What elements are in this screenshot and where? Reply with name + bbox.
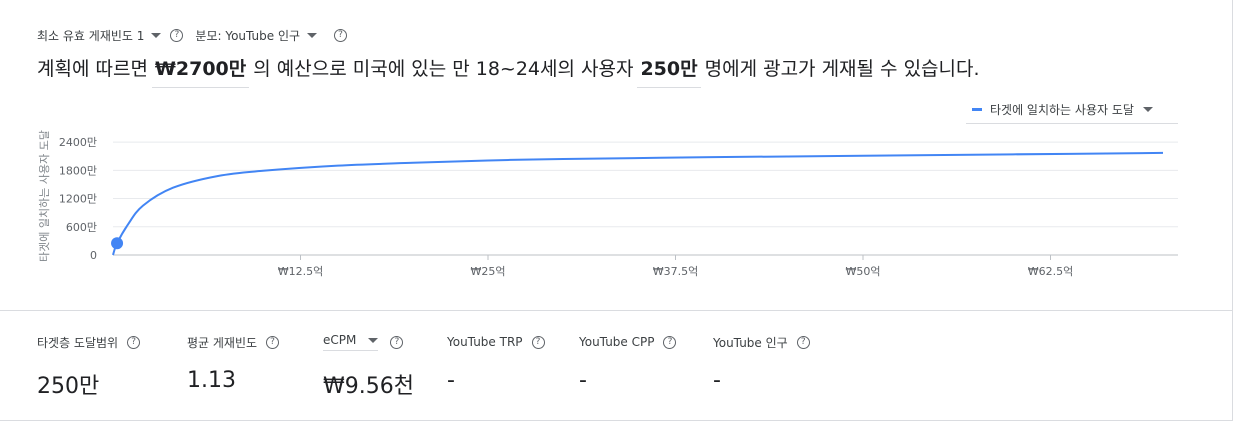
metric-ecpm: eCPM ? ₩9.56천: [323, 332, 414, 400]
help-icon[interactable]: ?: [663, 335, 677, 349]
x-axis: ₩12.5억 ₩25억 ₩37.5억 ₩50억 ₩62.5억: [278, 255, 1074, 278]
section-divider: [0, 310, 1233, 311]
chevron-down-icon: [368, 337, 379, 343]
y-axis: 0 600만 1200만 1800만 2400만: [59, 136, 97, 262]
current-plan-point[interactable]: [111, 237, 124, 250]
metric-value: 250만: [37, 374, 100, 399]
series-line: [112, 151, 1164, 256]
y-tick-label: 1800만: [59, 164, 97, 177]
metric-label: eCPM: [323, 333, 357, 347]
metric-value: -: [447, 368, 455, 393]
metric-youtube-cpp: YouTube CPP? -: [579, 332, 677, 393]
y-tick-label: 0: [90, 249, 97, 262]
metric-label: YouTube 인구: [713, 335, 788, 350]
help-icon[interactable]: ?: [390, 335, 404, 349]
x-tick-label: ₩62.5억: [1028, 265, 1074, 278]
metric-youtube-trp: YouTube TRP? -: [447, 332, 545, 393]
y-tick-label: 1200만: [59, 193, 97, 206]
x-tick-label: ₩37.5억: [653, 265, 699, 278]
help-icon[interactable]: ?: [127, 335, 141, 349]
help-icon[interactable]: ?: [266, 335, 280, 349]
metric-value: ₩9.56천: [323, 374, 414, 399]
y-tick-label: 2400만: [59, 136, 97, 149]
reach-chart: 0 600만 1200만 1800만 2400만 ₩12.5억 ₩25억 ₩37.5억 ₩50…: [37, 130, 1178, 278]
metric-label: 타겟층 도달범위: [37, 335, 119, 350]
ecpm-dropdown[interactable]: eCPM: [323, 333, 379, 351]
help-icon[interactable]: ?: [796, 335, 810, 349]
x-tick-label: ₩50억: [846, 265, 881, 278]
metric-value: 1.13: [187, 368, 236, 393]
help-icon[interactable]: ?: [531, 335, 545, 349]
x-tick-label: ₩12.5억: [278, 265, 324, 278]
x-tick-label: ₩25억: [471, 265, 506, 278]
metric-value: -: [579, 368, 587, 393]
metric-label: YouTube CPP: [579, 335, 655, 349]
metric-label: YouTube TRP: [447, 335, 523, 349]
metric-label: 평균 게재빈도: [187, 335, 258, 350]
metric-value: -: [713, 368, 721, 393]
metric-youtube-population: YouTube 인구? -: [713, 332, 810, 393]
y-tick-label: 600만: [66, 221, 97, 234]
chart-grid: [113, 141, 1178, 256]
metric-target-reach: 타겟층 도달범위? 250만: [37, 332, 141, 400]
y-axis-label: 타겟에 일치하는 사용자 도달: [37, 130, 51, 262]
metric-avg-frequency: 평균 게재빈도? 1.13: [187, 332, 280, 393]
